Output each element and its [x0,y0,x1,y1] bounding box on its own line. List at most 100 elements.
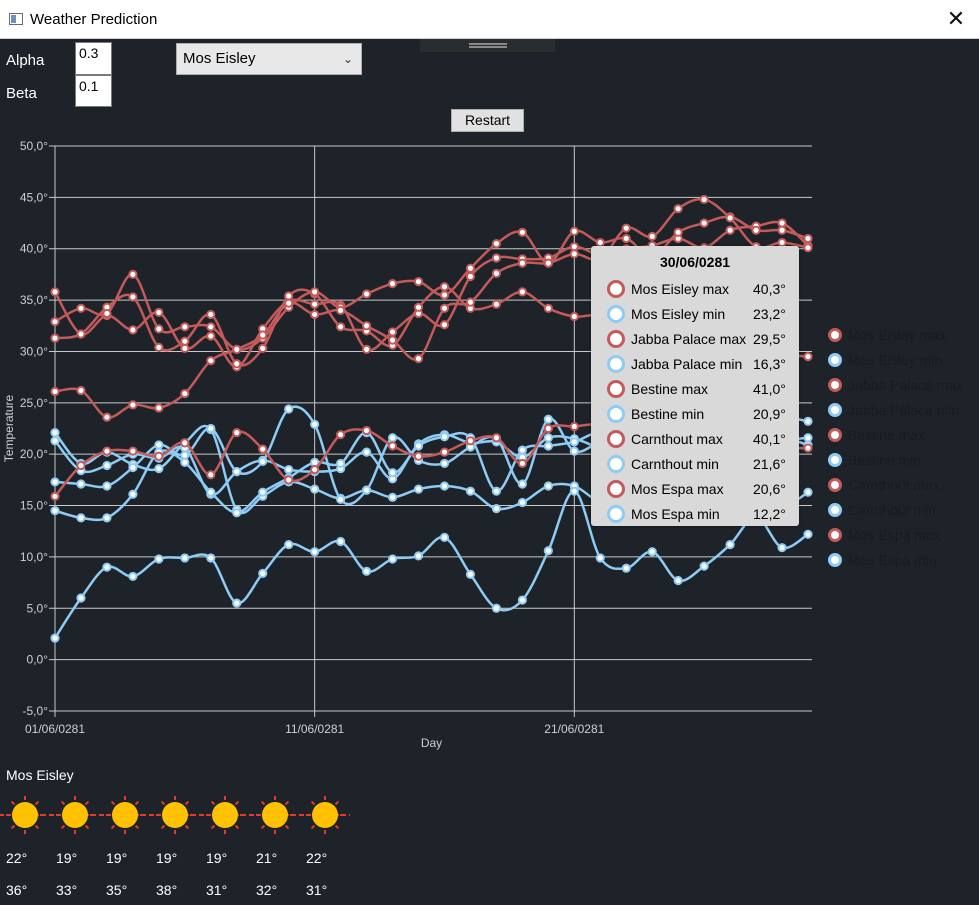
data-point [673,204,683,214]
data-point [491,268,502,278]
data-point [76,303,86,313]
close-button[interactable]: ✕ [933,0,979,38]
window-title: Weather Prediction [30,11,158,28]
alpha-label: Alpha [6,52,45,69]
data-point [76,385,86,396]
data-point [439,282,450,292]
data-point [206,487,216,497]
data-point [387,554,398,564]
data-point [465,263,476,273]
data-point [180,450,190,460]
data-point [154,324,164,334]
sun-icon [0,796,50,834]
data-point [543,258,553,268]
legend-label: Jabba Palace min [848,401,960,418]
legend-marker [828,452,842,467]
data-point [803,233,813,244]
legend-item[interactable]: Jabba Palace min [828,397,963,422]
legend-marker [828,502,842,517]
legend-label: Bestine min [848,451,922,468]
tooltip-marker [607,480,625,498]
y-tick-label: 10,0° [20,550,48,564]
forecast-min-temp: 21° [256,850,278,866]
data-point [491,486,502,496]
legend-item[interactable]: Carnthout max [828,472,963,497]
data-point [413,302,424,312]
city-select[interactable]: Mos Eisley ⌄ [176,43,362,75]
data-point [76,479,86,489]
forecast-min-temp: 19° [206,850,228,866]
data-point [543,546,553,556]
data-point [336,458,346,469]
y-tick-label: 40,0° [20,242,48,256]
data-point [803,351,813,362]
data-point [439,447,450,457]
data-point [803,416,813,426]
legend-item[interactable]: Mos Espa min [828,547,963,572]
data-point [569,421,579,432]
data-point [699,561,709,571]
title-bar: Weather Prediction ✕ [0,0,979,39]
beta-label: Beta [6,85,37,102]
tooltip-series-value: 21,6° [753,456,786,472]
data-point [102,460,112,471]
data-point [206,553,216,563]
chevron-down-icon: ⌄ [342,52,353,66]
data-point [180,457,190,467]
data-point [180,322,190,332]
data-point [232,598,242,608]
data-point [128,269,138,280]
data-point [76,329,86,339]
legend-marker [828,352,842,367]
data-point [569,311,579,322]
forecast-min-temp: 19° [56,850,78,866]
data-point [465,297,476,307]
x-tick-label: 21/06/0281 [544,722,604,736]
tooltip-row: Mos Eisley min 23,2° [591,301,799,326]
alpha-input[interactable]: 0.3 [75,42,112,75]
legend-item[interactable]: Mos Espa max [828,522,963,547]
splitter-grip[interactable] [420,39,555,52]
data-point [102,412,112,422]
forecast-max-temp: 31° [206,882,228,898]
data-point [284,298,294,308]
y-tick-label: 35,0° [20,293,48,307]
legend-marker [828,427,842,442]
legend-item[interactable]: Bestine max [828,422,963,447]
tooltip-series-name: Carnthout max [631,431,723,447]
legend-label: Carnthout min [848,501,936,518]
data-point [439,481,450,491]
data-point [439,532,450,542]
data-point [803,487,813,497]
data-point [310,287,320,297]
data-point [154,451,164,461]
data-point [673,227,683,237]
legend-item[interactable]: Bestine min [828,447,963,472]
data-point [439,432,450,442]
y-tick-label: -5,0° [23,704,49,718]
legend-item[interactable]: Jabba Palace max [828,372,963,397]
beta-input[interactable]: 0.1 [75,75,112,107]
data-point [258,343,268,353]
data-point [517,595,527,605]
data-point [128,462,138,473]
tooltip-series-value: 41,0° [753,381,786,397]
data-point [491,238,502,249]
data-point [751,225,761,235]
sun-icon [200,796,250,834]
legend-item[interactable]: Mos Eisley min [828,347,963,372]
data-point [361,344,372,354]
tooltip-series-value: 16,3° [753,356,786,372]
legend-item[interactable]: Mos Eisley max [828,322,963,347]
data-point [50,477,60,487]
data-point [413,551,424,561]
data-point [154,307,164,318]
data-point [336,322,346,332]
data-point [336,305,346,315]
data-point [102,308,112,319]
data-point [413,277,424,287]
data-point [102,446,112,456]
data-point [491,299,502,309]
restart-button[interactable]: Restart [451,109,524,132]
legend-item[interactable]: Carnthout min [828,497,963,522]
